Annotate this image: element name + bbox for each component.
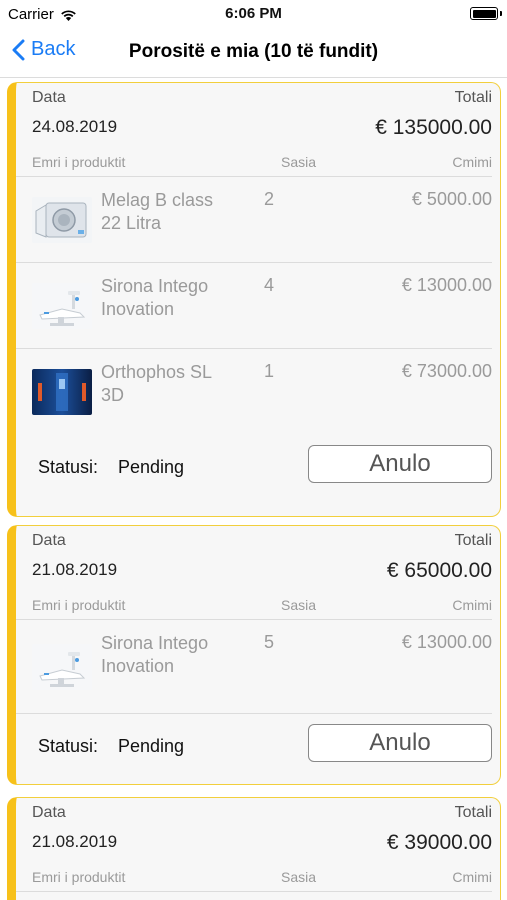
column-product-name: Emri i produktit — [32, 154, 126, 170]
autoclave-icon — [32, 197, 92, 243]
product-quantity: 1 — [264, 361, 275, 381]
status-bar: Carrier 6:06 PM — [0, 0, 507, 28]
dental-chair-icon — [32, 644, 92, 690]
product-row: Orthophos SL 3D 1 € 73000.00 — [16, 349, 492, 435]
order-date: 21.08.2019 — [32, 832, 118, 851]
order-total: € 39000.00 — [386, 831, 492, 854]
product-price: € 5000.00 — [411, 189, 492, 209]
page-title: Porositë e mia (10 të fundit) — [128, 41, 379, 62]
column-product-name: Emri i produktit — [32, 597, 126, 613]
product-name: Melag B class 22 Litra — [101, 190, 214, 233]
column-headers: Emri i produktit Sasia Cmimi — [16, 145, 492, 177]
column-quantity: Sasia — [281, 154, 317, 170]
status-label: Statusi: — [38, 736, 99, 756]
product-row: Sirona Intego Inovation 4 € 13000.00 — [16, 263, 492, 349]
total-label: Totali — [454, 804, 492, 821]
product-name: Sirona Intego Inovation — [101, 276, 209, 319]
order-list[interactable]: Data Totali 24.08.2019 € 135000.00 Emri … — [0, 79, 507, 900]
total-label: Totali — [454, 89, 492, 106]
product-price: € 13000.00 — [401, 632, 492, 652]
product-price: € 13000.00 — [401, 275, 492, 295]
order-card: Data Totali 21.08.2019 € 65000.00 Emri i… — [7, 525, 501, 785]
column-price: Cmimi — [452, 869, 492, 885]
date-label: Data — [32, 89, 66, 106]
order-total: € 65000.00 — [386, 559, 492, 582]
product-quantity: 5 — [264, 632, 275, 652]
product-price: € 73000.00 — [401, 361, 492, 381]
dental-chair-icon — [32, 283, 92, 329]
column-price: Cmimi — [452, 154, 492, 170]
product-name: Sirona Intego Inovation — [101, 633, 209, 676]
date-label: Data — [32, 804, 66, 821]
product-row: Melag B class 22 Litra 2 € 5000.00 — [16, 177, 492, 263]
order-header: Data Totali 21.08.2019 € 65000.00 — [16, 526, 500, 588]
status-value: Pending — [118, 736, 185, 756]
battery-icon — [470, 7, 498, 20]
product-row: Sirona Intego Inovation 5 € 13000.00 — [16, 620, 492, 714]
total-label: Totali — [454, 532, 492, 549]
xray-unit-icon — [32, 369, 92, 415]
order-date: 21.08.2019 — [32, 560, 118, 579]
column-price: Cmimi — [452, 597, 492, 613]
column-headers: Emri i produktit Sasia Cmimi — [16, 588, 492, 620]
order-date: 24.08.2019 — [32, 117, 118, 136]
order-card: Data Totali 21.08.2019 € 39000.00 Emri i… — [7, 797, 501, 900]
column-quantity: Sasia — [281, 869, 317, 885]
order-card: Data Totali 24.08.2019 € 135000.00 Emri … — [7, 82, 501, 517]
product-quantity: 4 — [264, 275, 275, 295]
column-product-name: Emri i produktit — [32, 869, 126, 885]
order-footer: Statusi: Pending Anulo — [16, 714, 500, 776]
order-footer: Statusi: Pending Anulo — [16, 435, 500, 497]
status-label: Statusi: — [38, 457, 99, 477]
order-header: Data Totali 24.08.2019 € 135000.00 — [16, 83, 500, 145]
order-total: € 135000.00 — [375, 116, 492, 139]
battery-cap — [500, 11, 502, 16]
column-headers: Emri i produktit Sasia Cmimi — [16, 860, 492, 892]
status-time: 6:06 PM — [225, 5, 282, 22]
navigation-bar: Back Porositë e mia (10 të fundit) — [0, 28, 507, 78]
date-label: Data — [32, 532, 66, 549]
order-header: Data Totali 21.08.2019 € 39000.00 — [16, 798, 500, 860]
column-quantity: Sasia — [281, 597, 317, 613]
cancel-order-button[interactable]: Anulo — [308, 724, 492, 762]
product-quantity: 2 — [264, 189, 275, 209]
product-name: Orthophos SL 3D — [101, 362, 212, 405]
status-value: Pending — [118, 457, 185, 477]
cancel-order-button[interactable]: Anulo — [308, 445, 492, 483]
